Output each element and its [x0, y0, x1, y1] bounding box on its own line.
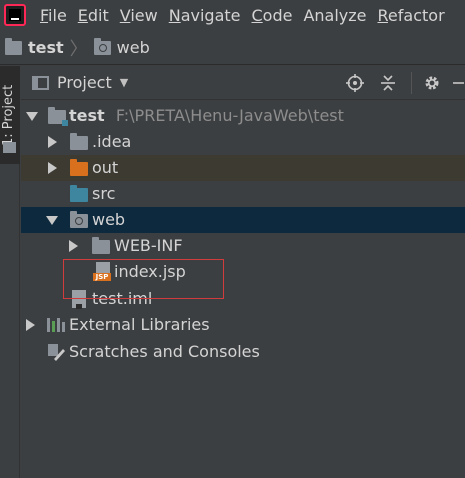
project-panel-header: Project ▼ — [21, 66, 465, 100]
menu-edit-mnemonic: E — [77, 5, 88, 25]
tree-row-out[interactable]: out — [21, 155, 465, 181]
chevron-down-icon[interactable]: ▼ — [120, 76, 128, 89]
excluded-folder-icon — [70, 159, 88, 176]
menu-view[interactable]: View — [120, 6, 158, 25]
collapse-arrow-icon[interactable] — [48, 136, 57, 148]
tree-row-src[interactable]: src — [21, 181, 465, 207]
menu-edit-label: dit — [87, 5, 109, 25]
tree-row-test[interactable]: test F:\PRETA\Henu-JavaWeb\test — [21, 103, 465, 129]
library-icon — [47, 318, 65, 332]
menu-navigate-label: avigate — [180, 5, 241, 25]
menu-file-mnemonic: F — [40, 5, 49, 25]
breadcrumb-item-test[interactable]: test — [28, 38, 64, 57]
intellij-logo-icon — [4, 4, 26, 26]
menu-navigate[interactable]: Navigate — [169, 6, 241, 25]
expand-arrow-icon[interactable] — [46, 216, 58, 225]
project-panel-actions — [335, 66, 465, 100]
tree-row-idea[interactable]: .idea — [21, 129, 465, 155]
left-tool-strip: 1: Project — [0, 66, 20, 478]
menu-edit[interactable]: Edit — [78, 6, 109, 25]
menu-file-label: ile — [48, 5, 67, 25]
jsp-tag: JSP — [93, 273, 111, 281]
menu-file[interactable]: File — [40, 6, 67, 25]
tree-row-index-jsp[interactable]: JSP index.jsp — [21, 259, 465, 285]
module-file-icon — [72, 290, 86, 309]
breadcrumb-item-web[interactable]: web — [117, 38, 150, 57]
tree-item-label: src — [92, 184, 116, 203]
menu-analyze-label: Analyze — [303, 5, 367, 25]
folder-icon — [70, 133, 88, 150]
module-folder-icon — [5, 37, 22, 55]
menu-code-label: ode — [262, 5, 293, 25]
menu-code[interactable]: Code — [252, 6, 293, 25]
menu-refactor-mnemonic: R — [377, 5, 388, 25]
root-name: test — [69, 106, 105, 125]
tree-row-test-iml[interactable]: test.iml — [21, 286, 465, 312]
project-tool-tab-label: 1: Project — [1, 84, 16, 146]
breadcrumb: test 〉 web — [0, 31, 465, 65]
jsp-file-icon: JSP — [93, 262, 111, 282]
folder-icon — [92, 237, 110, 254]
menu-bar: File Edit View Navigate Code Analyze Ref… — [0, 0, 465, 30]
menu-analyze[interactable]: Analyze — [303, 6, 366, 25]
tree-item-label: index.jsp — [114, 262, 186, 281]
project-tree: test F:\PRETA\Henu-JavaWeb\test .idea ou… — [21, 101, 465, 478]
module-folder-icon — [48, 107, 68, 126]
collapse-arrow-icon[interactable] — [26, 319, 35, 331]
hide-panel-icon[interactable] — [451, 70, 465, 96]
expand-arrow-icon[interactable] — [26, 112, 38, 121]
tree-item-label: test.iml — [92, 289, 153, 308]
menu-refactor-label: efactor — [387, 5, 445, 25]
tree-item-label: WEB-INF — [114, 236, 183, 255]
target-icon[interactable] — [342, 70, 368, 96]
breadcrumb-separator-icon: 〉 — [69, 38, 88, 60]
collapse-arrow-icon[interactable] — [69, 240, 78, 252]
structure-tool-icon[interactable] — [3, 142, 16, 153]
tree-item-label: test F:\PRETA\Henu-JavaWeb\test — [69, 106, 344, 125]
tree-item-label: External Libraries — [69, 315, 210, 334]
project-panel-title[interactable]: Project — [57, 73, 112, 92]
menu-view-mnemonic: V — [119, 5, 131, 25]
tree-item-label: .idea — [92, 132, 132, 151]
tree-item-label: web — [92, 210, 126, 229]
gear-icon[interactable] — [419, 70, 445, 96]
menu-refactor[interactable]: Refactor — [378, 6, 445, 25]
collapse-all-icon[interactable] — [375, 70, 401, 96]
actions-divider — [411, 72, 412, 94]
tree-row-webinf[interactable]: WEB-INF — [21, 233, 465, 259]
tree-row-scratches[interactable]: Scratches and Consoles — [21, 339, 465, 365]
menu-view-label: iew — [130, 5, 158, 25]
tree-item-label: out — [92, 158, 119, 177]
root-path: F:\PRETA\Henu-JavaWeb\test — [115, 106, 344, 125]
web-folder-icon — [70, 211, 88, 228]
tree-item-label: Scratches and Consoles — [69, 342, 260, 361]
menu-navigate-mnemonic: N — [168, 5, 181, 25]
tree-row-web[interactable]: web — [21, 207, 465, 233]
source-folder-icon — [70, 185, 88, 202]
menu-code-mnemonic: C — [251, 5, 263, 25]
scratches-icon — [47, 343, 65, 361]
tree-row-external-libraries[interactable]: External Libraries — [21, 312, 465, 338]
web-folder-icon — [93, 37, 111, 55]
project-view-icon — [32, 75, 49, 90]
collapse-arrow-icon[interactable] — [48, 162, 57, 174]
